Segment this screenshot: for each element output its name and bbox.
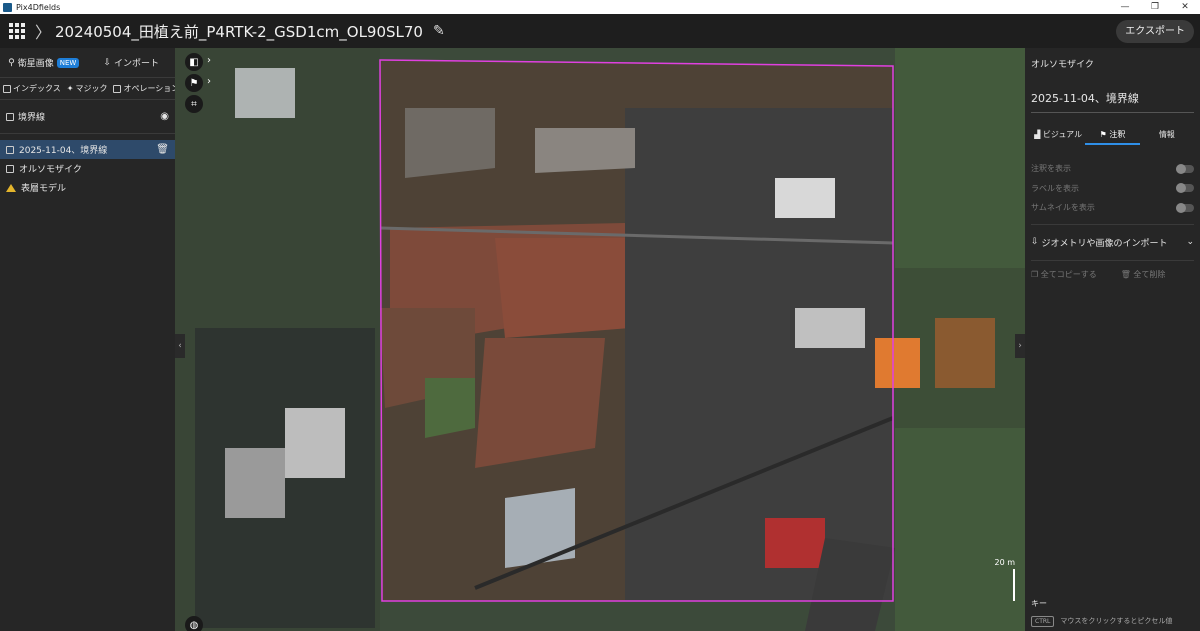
import-label: インポート (114, 59, 160, 69)
map-tools: ◧ › ⚑ › ⌗ (185, 53, 211, 116)
measure-tool-button[interactable]: ⌗ (185, 95, 203, 113)
operation-icon (113, 84, 122, 93)
scale-bar: 20 m (994, 558, 1015, 601)
import-button[interactable]: ⇩ インポート (88, 56, 176, 70)
chevron-right-icon: › (1018, 341, 1022, 351)
apps-grid-icon[interactable] (9, 23, 25, 39)
index-label: インデックス (13, 84, 61, 93)
satellite-label: 衛星画像 (17, 59, 54, 69)
copy-all-button[interactable]: ❐ 全てコピーする (1031, 269, 1097, 280)
chevron-down-icon: ⌄ (1186, 237, 1194, 247)
location-tool-button[interactable]: ⚑ › (185, 74, 211, 92)
layers-tool-button[interactable]: ◧ › (185, 53, 211, 71)
layer-label: オルソモザイク (19, 165, 82, 175)
chevron-left-icon: ‹ (178, 341, 182, 351)
boundary-header-label: 境界線 (18, 113, 46, 123)
operation-label: オペレーション (123, 84, 180, 93)
close-button[interactable]: ✕ (1170, 2, 1200, 12)
toggle-label: 注釈を表示 (1031, 164, 1071, 174)
show-annotations-toggle[interactable] (1176, 163, 1194, 174)
maximize-button[interactable]: ❐ (1140, 2, 1170, 12)
bulk-actions: ❐ 全てコピーする 🗑 全て削除 (1031, 259, 1194, 288)
globe-icon: ◍ (189, 619, 199, 631)
new-badge: NEW (56, 57, 80, 68)
operation-tool[interactable]: オペレーション (110, 83, 182, 94)
tab-annotations[interactable]: ⚑ 注釈 (1085, 129, 1140, 145)
layer-item-orthomosaic[interactable]: オルソモザイク (0, 159, 175, 178)
toggle-row-labels: ラベルを表示 (1025, 179, 1200, 199)
import-section-label: ジオメトリや画像のインポート (1041, 238, 1168, 249)
key-heading: キー (1031, 599, 1047, 608)
left-panel: ⚲ 衛星画像 NEW ⇩ インポート インデックス ✦ マジック オペレーション … (0, 48, 179, 631)
tab-label: ビジュアル (1042, 130, 1083, 139)
collapse-right-panel-button[interactable]: › (1015, 334, 1025, 358)
key-hint-row: CTRL マウスをクリックするとピクセル値 (1031, 616, 1196, 627)
magic-tool[interactable]: ✦ マジック (64, 83, 111, 94)
chevron-right-icon: › (207, 55, 211, 66)
aerial-imagery (175, 48, 1025, 631)
index-icon (3, 84, 11, 93)
tab-visual[interactable]: ▟ ビジュアル (1031, 129, 1085, 145)
globe-button[interactable]: ◍ (185, 616, 203, 631)
pin-icon: ⚑ (1099, 130, 1110, 139)
toggle-row-thumbnails: サムネイルを表示 (1025, 198, 1200, 218)
app-header: 〉 20240504_田植え前_P4RTK-2_GSD1cm_OL90SL70 … (0, 14, 1200, 48)
tab-label: 注釈 (1109, 130, 1126, 139)
boundary-layer-icon (6, 145, 14, 154)
orthomosaic-icon (6, 164, 14, 173)
tab-label: 情報 (1158, 130, 1175, 139)
panel-title: オルソモザイク (1031, 60, 1094, 70)
map-layers-icon: ◧ (189, 56, 199, 68)
layer-label: 表層モデル (21, 184, 67, 194)
app-name: Pix4Dfields (16, 2, 61, 12)
import-geometry-section[interactable]: ⇩ ジオメトリや画像のインポート ⌄ (1031, 223, 1194, 260)
import-icon: ⇩ (1031, 237, 1039, 247)
minimize-button[interactable]: — (1110, 2, 1140, 12)
layer-label: 2025-11-04、境界線 (19, 146, 108, 156)
layer-item-surface-model[interactable]: 表層モデル (0, 178, 175, 197)
magic-label: マジック (75, 84, 108, 93)
toggle-row-annotations: 注釈を表示 (1025, 159, 1200, 179)
copy-all-label: 全てコピーする (1040, 269, 1097, 279)
eye-icon[interactable]: ◉ (160, 111, 169, 122)
edit-pencil-icon[interactable]: ✎ (433, 23, 445, 39)
map-viewport[interactable]: ◧ › ⚑ › ⌗ ‹ › ◍ 20 m (175, 48, 1025, 631)
right-panel: オルソモザイク 2025-11-04、境界線 ▟ ビジュアル ⚑ 注釈 情報 注… (1025, 48, 1200, 631)
scale-bar-line (1013, 569, 1015, 601)
index-tool[interactable]: インデックス (0, 83, 64, 94)
breadcrumb-chevron-icon: 〉 (35, 23, 52, 42)
window-titlebar: Pix4Dfields — ❐ ✕ (0, 0, 1200, 14)
tab-bar: ▟ ビジュアル ⚑ 注釈 情報 (1025, 129, 1200, 145)
toggle-label: ラベルを表示 (1031, 183, 1079, 193)
delete-all-label: 全て削除 (1133, 269, 1166, 279)
ctrl-key: CTRL (1031, 616, 1055, 627)
delete-all-button[interactable]: 🗑 全て削除 (1121, 269, 1166, 280)
collapse-left-panel-button[interactable]: ‹ (175, 334, 185, 358)
satellite-imagery-button[interactable]: ⚲ 衛星画像 NEW (0, 56, 88, 69)
magic-icon: ✦ (66, 84, 74, 93)
trash-icon: 🗑 (1120, 269, 1134, 279)
location-pin-icon: ⚑ (189, 77, 199, 89)
layer-item-boundary[interactable]: 2025-11-04、境界線 🗑 (0, 140, 175, 159)
boundary-group-header[interactable]: 境界線 ◉ (0, 100, 175, 134)
app-logo-icon (3, 2, 12, 12)
trash-icon[interactable]: 🗑 (156, 144, 169, 155)
copy-icon: ❐ (1031, 269, 1041, 279)
toggle-label: サムネイルを表示 (1031, 203, 1095, 213)
show-labels-toggle[interactable] (1176, 183, 1194, 194)
scale-label: 20 m (994, 558, 1015, 567)
show-thumbnails-toggle[interactable] (1176, 202, 1194, 213)
export-button[interactable]: エクスポート (1116, 20, 1194, 43)
visual-icon: ▟ (1034, 130, 1043, 139)
surface-model-icon (6, 183, 16, 192)
ctrl-hint: マウスをクリックするとピクセル値 (1060, 617, 1173, 625)
tab-info[interactable]: 情報 (1140, 129, 1194, 145)
layer-name-field[interactable]: 2025-11-04、境界線 (1031, 70, 1194, 113)
satellite-icon: ⚲ (8, 57, 15, 68)
import-icon: ⇩ (103, 57, 112, 68)
measure-icon: ⌗ (191, 98, 197, 110)
chevron-right-icon: › (207, 76, 211, 87)
project-title: 20240504_田植え前_P4RTK-2_GSD1cm_OL90SL70 (55, 22, 423, 41)
boundary-icon (6, 112, 14, 121)
